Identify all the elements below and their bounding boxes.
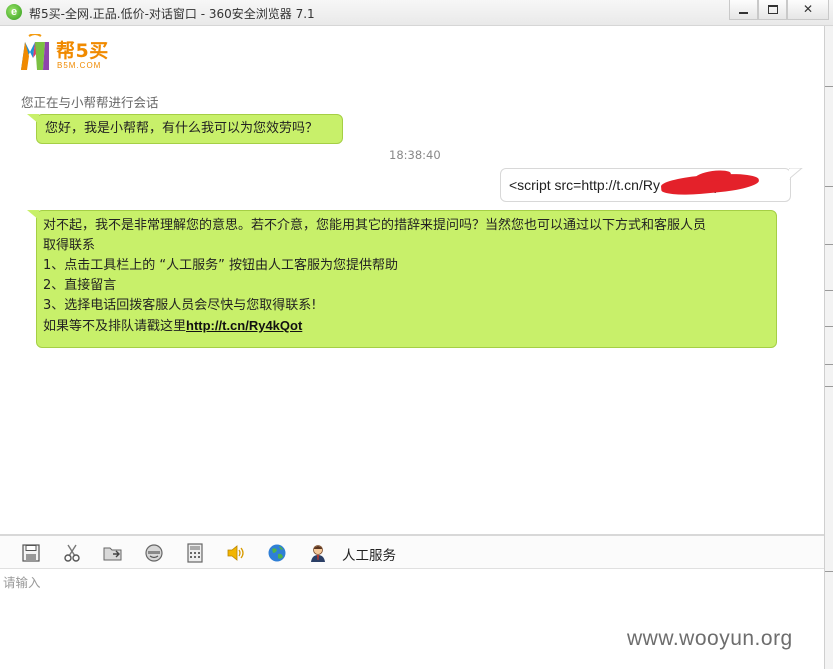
folder-send-icon[interactable] <box>103 543 123 563</box>
bot-message: 您好，我是小帮帮，有什么我可以为您效劳吗？ <box>36 114 343 144</box>
message-line: 取得联系 <box>43 238 96 253</box>
bubble-tail <box>27 210 39 220</box>
message-timestamp: 18:38:40 <box>389 148 441 162</box>
calculator-icon[interactable] <box>185 543 205 563</box>
message-line: 2、直接留言 <box>43 278 117 293</box>
background-window-edge <box>824 26 833 669</box>
minimize-icon <box>739 11 748 14</box>
message-line-with-link: 如果等不及排队请戳这里http://t.cn/Ry4kQot <box>43 316 776 337</box>
logo-m-icon <box>21 34 49 70</box>
bubble-tail <box>789 168 803 180</box>
title-bar: e 帮5买-全网.正品.低价-对话窗口 - 360安全浏览器 7.1 ✕ <box>0 0 833 26</box>
message-line: 1、点击工具栏上的 “人工服务” 按钮由人工客服为您提供帮助 <box>43 258 399 273</box>
logo-text: 帮5买 <box>56 40 109 62</box>
window-title: 帮5买-全网.正品.低价-对话窗口 - 360安全浏览器 7.1 <box>29 7 315 21</box>
bubble-tail <box>27 114 39 124</box>
chat-toolbar: 人工服务 <box>0 536 824 569</box>
user-message: <script src=http://t.cn/Ry… …script> <box>500 168 791 202</box>
bot-message: 对不起，我不是非常理解您的意思。若不介意，您能用其它的措辞来提问吗？当然您也可以… <box>36 210 777 348</box>
message-line: 3、选择电话回拨客服人员会尽快与您取得联系! <box>43 298 317 313</box>
maximize-icon <box>767 5 778 14</box>
human-service-button[interactable]: 人工服务 <box>342 544 396 564</box>
close-icon: ✕ <box>802 2 814 16</box>
message-input[interactable] <box>0 570 824 669</box>
message-line: 对不起，我不是非常理解您的意思。若不介意，您能用其它的措辞来提问吗？当然您也可以… <box>43 218 707 233</box>
agent-icon[interactable] <box>308 543 328 563</box>
message-text: 您好，我是小帮帮，有什么我可以为您效劳吗？ <box>45 121 319 136</box>
maximize-button[interactable] <box>758 0 787 20</box>
scissors-icon[interactable] <box>62 543 82 563</box>
globe-icon[interactable] <box>267 543 287 563</box>
speaker-icon[interactable] <box>226 543 246 563</box>
emoticon-icon[interactable] <box>144 543 164 563</box>
chat-status: 您正在与小帮帮进行会话 <box>21 95 159 110</box>
link-prefix: 如果等不及排队请戳这里 <box>43 319 187 334</box>
support-link[interactable]: http://t.cn/Ry4kQot <box>186 318 302 333</box>
watermark: www.wooyun.org <box>627 627 793 650</box>
minimize-button[interactable] <box>729 0 758 20</box>
logo-subtext: B5M.COM <box>57 61 102 70</box>
browser-icon: e <box>6 4 22 20</box>
save-icon[interactable] <box>21 543 41 563</box>
close-button[interactable]: ✕ <box>787 0 829 20</box>
